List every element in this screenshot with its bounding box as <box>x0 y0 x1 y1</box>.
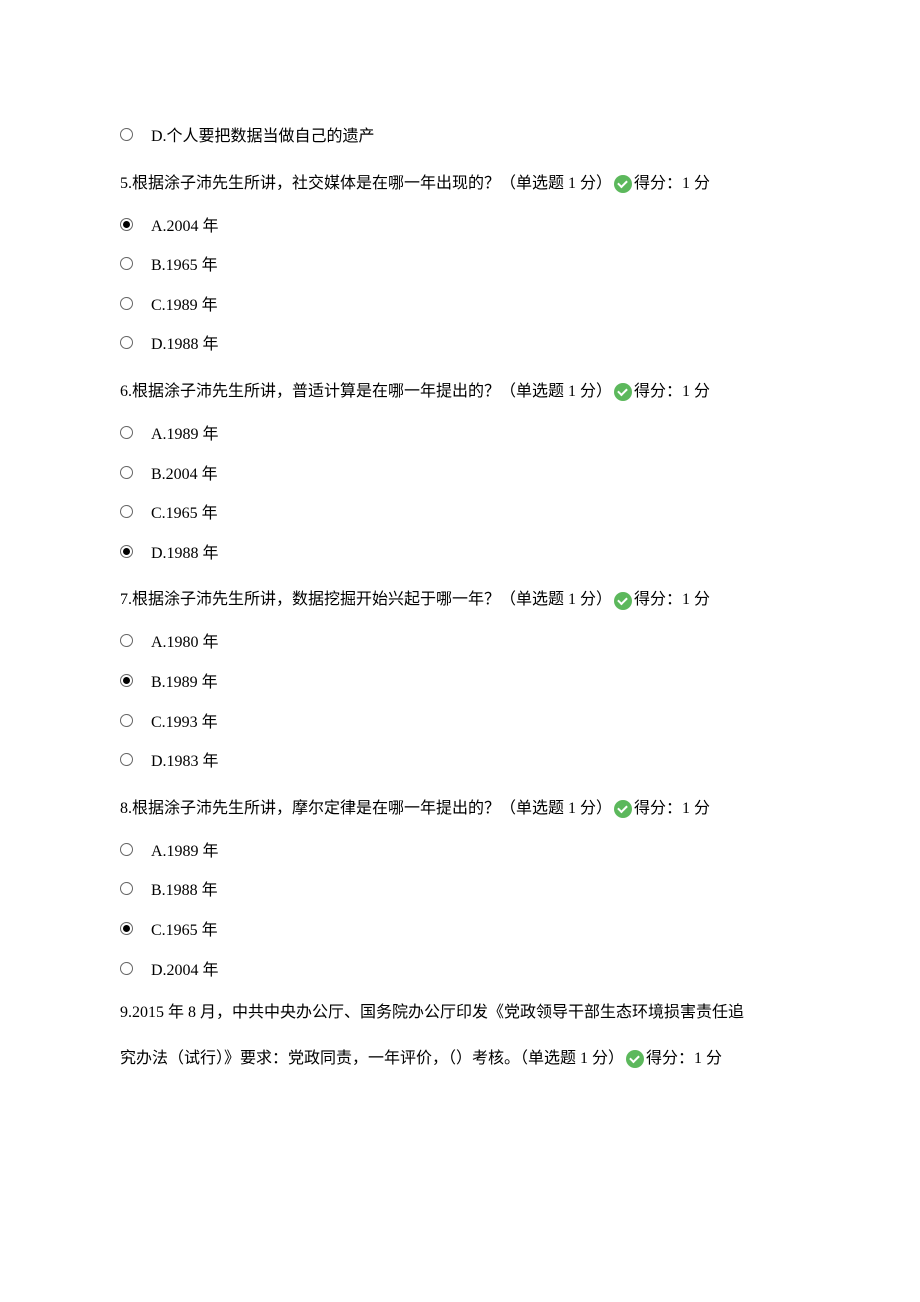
option-row: C.1965 年 <box>120 501 800 527</box>
radio-icon[interactable] <box>120 753 133 766</box>
radio-icon[interactable] <box>120 545 133 558</box>
option-row: B.1989 年 <box>120 670 800 696</box>
question-meta: （单选题 1 分） <box>520 1050 624 1067</box>
radio-icon[interactable] <box>120 426 133 439</box>
question-text: 6 <box>120 383 128 400</box>
option-row: C.1993 年 <box>120 710 800 736</box>
option-label: D.1988 年 <box>151 332 219 358</box>
radio-icon[interactable] <box>120 128 133 141</box>
radio-icon[interactable] <box>120 714 133 727</box>
option-label: C.1993 年 <box>151 710 218 736</box>
option-label: B.1989 年 <box>151 670 218 696</box>
option-label: B.1988 年 <box>151 878 218 904</box>
option-label: B.2004 年 <box>151 462 218 488</box>
question-text: 究办法（试行）》要求：党政同责，一年评价，（）考核。 <box>120 1050 520 1067</box>
question-7: 7.根据涂子沛先生所讲，数据挖掘开始兴起于哪一年？（单选题 1 分）得分：1 分 <box>120 584 800 616</box>
option-label: B.1965 年 <box>151 253 218 279</box>
radio-icon[interactable] <box>120 466 133 479</box>
question-8: 8.根据涂子沛先生所讲，摩尔定律是在哪一年提出的？（单选题 1 分）得分：1 分 <box>120 793 800 825</box>
radio-icon[interactable] <box>120 922 133 935</box>
option-label: C.1965 年 <box>151 501 218 527</box>
option-row: B.1988 年 <box>120 878 800 904</box>
check-icon <box>614 800 632 818</box>
option-row: D.1988 年 <box>120 332 800 358</box>
radio-icon[interactable] <box>120 257 133 270</box>
question-score: 得分：1 分 <box>634 800 710 817</box>
question-text: 9.2015 年 8 月，中共中央办公厅、国务院办公厅印发《党政领导干部生态环境… <box>120 1004 744 1021</box>
option-row: C.1965 年 <box>120 918 800 944</box>
option-row: D.个人要把数据当做自己的遗产 <box>120 124 800 150</box>
question-prompt: 根据涂子沛先生所讲，社交媒体是在哪一年出现的？ <box>132 175 500 192</box>
question-score: 得分：1 分 <box>634 383 710 400</box>
option-row: A.1989 年 <box>120 422 800 448</box>
radio-icon[interactable] <box>120 962 133 975</box>
radio-icon[interactable] <box>120 297 133 310</box>
option-label: A.1989 年 <box>151 422 219 448</box>
question-score: 得分：1 分 <box>646 1050 722 1067</box>
check-icon <box>614 592 632 610</box>
option-label: C.1965 年 <box>151 918 218 944</box>
option-label: A.1989 年 <box>151 839 219 865</box>
radio-icon[interactable] <box>120 674 133 687</box>
option-row: A.1989 年 <box>120 839 800 865</box>
option-label: A.2004 年 <box>151 214 219 240</box>
option-label: A.1980 年 <box>151 630 219 656</box>
question-6: 6.根据涂子沛先生所讲，普适计算是在哪一年提出的？（单选题 1 分）得分：1 分 <box>120 376 800 408</box>
question-score: 得分：1 分 <box>634 175 710 192</box>
question-prompt: 根据涂子沛先生所讲，数据挖掘开始兴起于哪一年？ <box>132 591 500 608</box>
option-label: D.1983 年 <box>151 749 219 775</box>
option-row: B.1965 年 <box>120 253 800 279</box>
question-meta: （单选题 1 分） <box>500 591 612 608</box>
option-label: D.2004 年 <box>151 958 219 984</box>
question-text: 5 <box>120 175 128 192</box>
radio-icon[interactable] <box>120 336 133 349</box>
question-meta: （单选题 1 分） <box>500 175 612 192</box>
question-prompt: 根据涂子沛先生所讲，普适计算是在哪一年提出的？ <box>132 383 500 400</box>
option-label: D.个人要把数据当做自己的遗产 <box>151 124 375 150</box>
check-icon <box>614 175 632 193</box>
question-text: 7 <box>120 591 128 608</box>
option-row: D.2004 年 <box>120 958 800 984</box>
option-row: D.1988 年 <box>120 541 800 567</box>
option-row: C.1989 年 <box>120 293 800 319</box>
check-icon <box>614 383 632 401</box>
question-score: 得分：1 分 <box>634 591 710 608</box>
question-9-line2: 究办法（试行）》要求：党政同责，一年评价，（）考核。（单选题 1 分） 得分：1 … <box>120 1043 800 1075</box>
option-row: D.1983 年 <box>120 749 800 775</box>
option-label: C.1989 年 <box>151 293 218 319</box>
question-5: 5.根据涂子沛先生所讲，社交媒体是在哪一年出现的？（单选题 1 分）得分：1 分 <box>120 168 800 200</box>
option-row: B.2004 年 <box>120 462 800 488</box>
question-9-line1: 9.2015 年 8 月，中共中央办公厅、国务院办公厅印发《党政领导干部生态环境… <box>120 997 800 1029</box>
radio-icon[interactable] <box>120 843 133 856</box>
radio-icon[interactable] <box>120 505 133 518</box>
question-text: 8 <box>120 800 128 817</box>
radio-icon[interactable] <box>120 218 133 231</box>
option-row: A.2004 年 <box>120 214 800 240</box>
question-meta: （单选题 1 分） <box>500 383 612 400</box>
question-prompt: 根据涂子沛先生所讲，摩尔定律是在哪一年提出的？ <box>132 800 500 817</box>
radio-icon[interactable] <box>120 882 133 895</box>
question-meta: （单选题 1 分） <box>500 800 612 817</box>
option-row: A.1980 年 <box>120 630 800 656</box>
radio-icon[interactable] <box>120 634 133 647</box>
option-label: D.1988 年 <box>151 541 219 567</box>
check-icon <box>626 1050 644 1068</box>
